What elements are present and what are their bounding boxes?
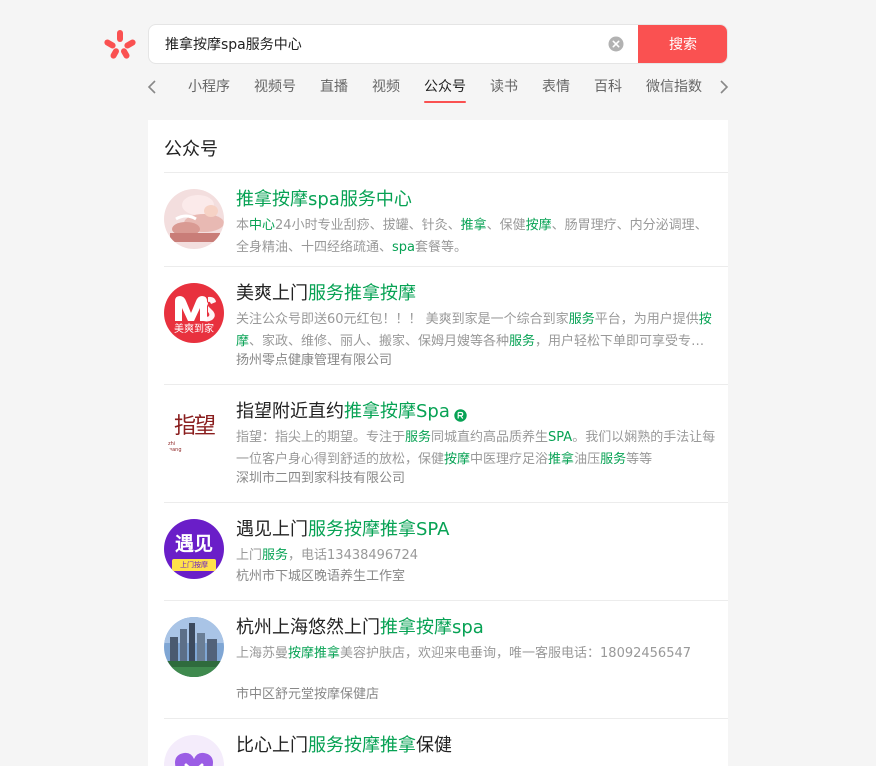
tab-official-accounts[interactable]: 公众号	[424, 78, 466, 96]
section-heading: 公众号	[164, 139, 218, 160]
tab-wechat-index[interactable]: 微信指数	[646, 78, 702, 96]
tab-channels[interactable]: 视频号	[254, 78, 296, 96]
clear-icon[interactable]	[608, 36, 624, 52]
account-company: 扬州零点健康管理有限公司	[236, 353, 393, 368]
highlighted-keyword: SPA	[548, 430, 573, 445]
active-tab-indicator	[424, 101, 466, 103]
text-segment: 杭州上海悠然上门	[236, 617, 380, 638]
text-segment: 、保健	[486, 218, 526, 233]
search-box: 搜索	[148, 24, 728, 64]
highlighted-keyword: 按摩	[444, 452, 471, 467]
highlighted-keyword: 服务	[568, 312, 595, 327]
account-description: 关注公众号即送60元红包！！！ 美爽到家是一个综合到家服务平台，为用户提供按摩、…	[236, 309, 716, 353]
account-company: 深圳市二四到家科技有限公司	[236, 471, 406, 486]
text-segment: 套餐等。	[415, 240, 468, 255]
highlighted-keyword: 推拿	[548, 452, 575, 467]
tab-stickers[interactable]: 表情	[542, 78, 570, 96]
text-segment: 遇见上门	[236, 519, 308, 540]
text-segment: 24小时专业刮痧、拔罐、针灸、	[275, 218, 461, 233]
account-description: 上海苏曼按摩推拿美容护肤店，欢迎来电垂询，唯一客服电话：18092456547	[236, 643, 716, 665]
avatar: 指望 zhi wang	[164, 401, 224, 461]
highlighted-keyword: 服务	[405, 430, 432, 445]
wechat-search-logo[interactable]	[104, 28, 136, 60]
text-segment: 中医理疗足浴	[470, 452, 549, 467]
highlighted-keyword: 服务按摩推拿	[308, 735, 416, 756]
text-segment: 上门	[236, 548, 263, 563]
verified-badge-icon	[454, 404, 467, 422]
avatar	[164, 617, 224, 677]
account-description: 指望：指尖上的期望。专注于服务同城直约高品质养生SPA。我们以娴熟的手法让每一位…	[236, 427, 716, 471]
account-item[interactable]: 指望 zhi wang 指望附近直约推拿按摩Spa 指望：指尖上的期望。专注于服…	[164, 385, 728, 503]
avatar: 遇见 上门按摩	[164, 519, 224, 579]
text-segment: 指望附近直约	[236, 401, 344, 422]
text-segment: 保健	[416, 735, 452, 756]
avatar-caption: 遇见	[174, 533, 213, 555]
chevron-left-icon[interactable]	[144, 77, 160, 97]
highlighted-keyword: 推拿	[460, 218, 487, 233]
text-segment: 上海苏曼	[236, 646, 289, 661]
account-company: 市中区舒元堂按摩保健店	[236, 687, 380, 702]
search-button[interactable]: 搜索	[638, 25, 727, 63]
highlighted-keyword: 服务	[509, 334, 536, 349]
account-title: 比心上门服务按摩推拿保健	[236, 733, 452, 759]
tab-live[interactable]: 直播	[320, 78, 348, 96]
results-card: 公众号 推拿按摩spa服务中心 本中心24小时专业刮痧、拔罐、针灸、推拿、保健按…	[148, 120, 728, 766]
account-item[interactable]: 推拿按摩spa服务中心 本中心24小时专业刮痧、拔罐、针灸、推拿、保健按摩、肠胃…	[164, 173, 728, 267]
highlighted-keyword: 服务按摩推拿SPA	[308, 519, 450, 540]
avatar-caption: 指望	[173, 414, 216, 439]
chevron-right-icon[interactable]	[716, 77, 732, 97]
text-segment: 比心上门	[236, 735, 308, 756]
account-description: 上门服务，电话13438496724	[236, 545, 716, 567]
account-title: 指望附近直约推拿按摩Spa	[236, 399, 467, 425]
highlighted-keyword: 推拿按摩spa服务中心	[236, 189, 412, 210]
account-title: 遇见上门服务按摩推拿SPA	[236, 517, 449, 543]
tab-encyclopedia[interactable]: 百科	[594, 78, 622, 96]
highlighted-keyword: 按摩推拿	[288, 646, 341, 661]
text-segment: 等等	[626, 452, 653, 467]
text-segment: 平台，为用户提供	[594, 312, 699, 327]
highlighted-keyword: 服务推拿按摩	[308, 283, 416, 304]
account-item[interactable]: 比心上门服务按摩推拿保健	[164, 719, 728, 766]
highlighted-keyword: 按摩	[525, 218, 552, 233]
tab-mini-program[interactable]: 小程序	[188, 78, 230, 96]
search-input[interactable]	[149, 25, 608, 63]
text-segment: 美容护肤店，欢迎来电垂询，唯一客服电话：18092456547	[340, 646, 692, 661]
account-title: 美爽上门服务推拿按摩	[236, 281, 416, 307]
account-item[interactable]: 遇见 上门按摩 遇见上门服务按摩推拿SPA 上门服务，电话13438496724…	[164, 503, 728, 601]
highlighted-keyword: 服务	[600, 452, 627, 467]
account-item[interactable]: 美爽到家 美爽上门服务推拿按摩 关注公众号即送60元红包！！！ 美爽到家是一个综…	[164, 267, 728, 385]
text-segment: ，电话13438496724	[288, 548, 419, 563]
text-segment: 油压	[574, 452, 601, 467]
avatar-caption: 美爽到家	[174, 324, 214, 335]
text-segment: 指望：指尖上的期望。专注于	[236, 430, 406, 445]
avatar-subcaption: zhi wang	[168, 441, 182, 453]
highlighted-keyword: 中心	[249, 218, 276, 233]
highlighted-keyword: 推拿按摩spa	[380, 617, 484, 638]
account-item[interactable]: 杭州上海悠然上门推拿按摩spa 上海苏曼按摩推拿美容护肤店，欢迎来电垂询，唯一客…	[164, 601, 728, 719]
avatar	[164, 735, 224, 766]
avatar	[164, 189, 224, 249]
tab-video[interactable]: 视频	[372, 78, 400, 96]
text-segment: 美爽上门	[236, 283, 308, 304]
account-company: 杭州市下城区晚语养生工作室	[236, 569, 406, 584]
highlighted-keyword: 服务	[262, 548, 289, 563]
tab-reading[interactable]: 读书	[490, 78, 518, 96]
text-segment: 、家政、维修、丽人、搬家、保姆月嫂等各种	[249, 334, 510, 349]
account-description: 本中心24小时专业刮痧、拔罐、针灸、推拿、保健按摩、肠胃理疗、内分泌调理、全身精…	[236, 215, 716, 259]
text-segment: 关注公众号即送60元红包！！！ 美爽到家是一个综合到家	[236, 312, 569, 327]
account-title: 杭州上海悠然上门推拿按摩spa	[236, 615, 484, 641]
avatar-subcaption: 上门按摩	[180, 561, 208, 569]
text-segment: 本	[236, 218, 250, 233]
account-title: 推拿按摩spa服务中心	[236, 187, 412, 213]
highlighted-keyword: 推拿按摩Spa	[344, 401, 450, 422]
category-tabs: 小程序 视频号 直播 视频 公众号 读书 表情 百科 微信指数	[140, 72, 736, 104]
highlighted-keyword: spa	[392, 240, 416, 255]
text-segment: 同城直约高品质养生	[431, 430, 549, 445]
avatar: 美爽到家	[164, 283, 224, 343]
